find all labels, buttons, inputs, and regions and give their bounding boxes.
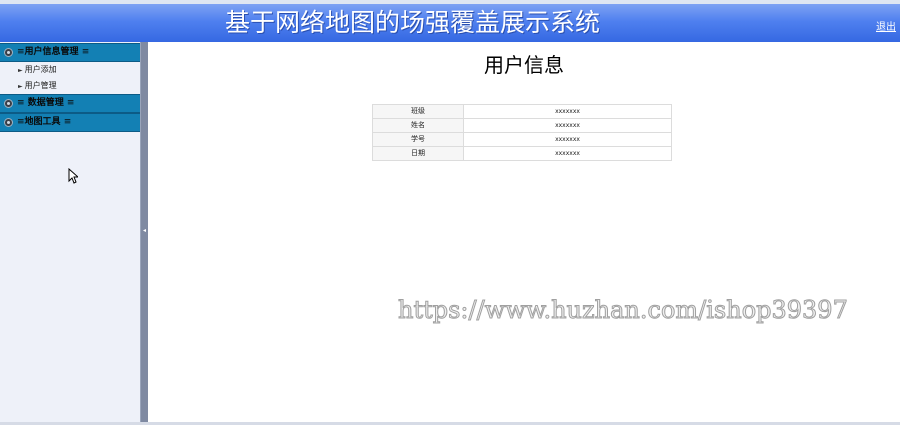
field-value: xxxxxxx: [463, 146, 672, 161]
field-value: xxxxxxx: [463, 118, 672, 133]
watermark-text: https://www.huzhan.com/ishop39397: [398, 296, 849, 325]
field-value: xxxxxxx: [463, 132, 672, 147]
collapse-arrow-icon[interactable]: ◂: [142, 227, 147, 235]
logout-link[interactable]: 退出: [876, 18, 896, 33]
arrow-right-icon: ►: [18, 83, 23, 90]
table-row: 姓名 xxxxxxx: [372, 118, 672, 133]
table-row: 学号 xxxxxxx: [372, 132, 672, 147]
app-title: 基于网络地图的场强覆盖展示系统: [225, 8, 601, 37]
table-row: 班级 xxxxxxx: [372, 104, 672, 119]
sidebar: ≡用户信息管理 ≡ ► 用户添加 ► 用户管理 ≡ 数据管理 ≡ ≡地图工具 ≡: [0, 42, 140, 422]
field-value: xxxxxxx: [463, 104, 672, 119]
field-label: 日期: [372, 146, 464, 161]
menu-data-manage[interactable]: ≡ 数据管理 ≡: [0, 94, 140, 113]
menu-user-info[interactable]: ≡用户信息管理 ≡: [0, 43, 140, 62]
field-label: 学号: [372, 132, 464, 147]
menu-data-manage-label: 数据管理: [27, 98, 64, 108]
sidebar-item-user-add[interactable]: ► 用户添加: [18, 63, 57, 77]
menu-user-info-label: 用户信息管理: [24, 47, 79, 57]
table-row: 日期 xxxxxxx: [372, 146, 672, 161]
main-content: 用户信息 班级 xxxxxxx 姓名 xxxxxxx 学号 xxxxxxx 日期…: [148, 42, 900, 422]
field-label: 姓名: [372, 118, 464, 133]
mouse-pointer-icon: [68, 168, 78, 184]
sidebar-item-user-manage[interactable]: ► 用户管理: [18, 79, 57, 93]
menu-map-tools-label: 地图工具: [24, 117, 61, 127]
menu-map-tools[interactable]: ≡地图工具 ≡: [0, 113, 140, 132]
sidebar-splitter[interactable]: ◂: [140, 42, 148, 422]
arrow-right-icon: ►: [18, 67, 23, 74]
app-header: 基于网络地图的场强覆盖展示系统 退出: [0, 4, 900, 42]
field-label: 班级: [372, 104, 464, 119]
gear-icon: [4, 48, 13, 57]
gear-icon: [4, 118, 13, 127]
user-info-table: 班级 xxxxxxx 姓名 xxxxxxx 学号 xxxxxxx 日期 xxxx…: [372, 104, 672, 161]
gear-icon: [4, 99, 13, 108]
page-title: 用户信息: [484, 53, 564, 77]
